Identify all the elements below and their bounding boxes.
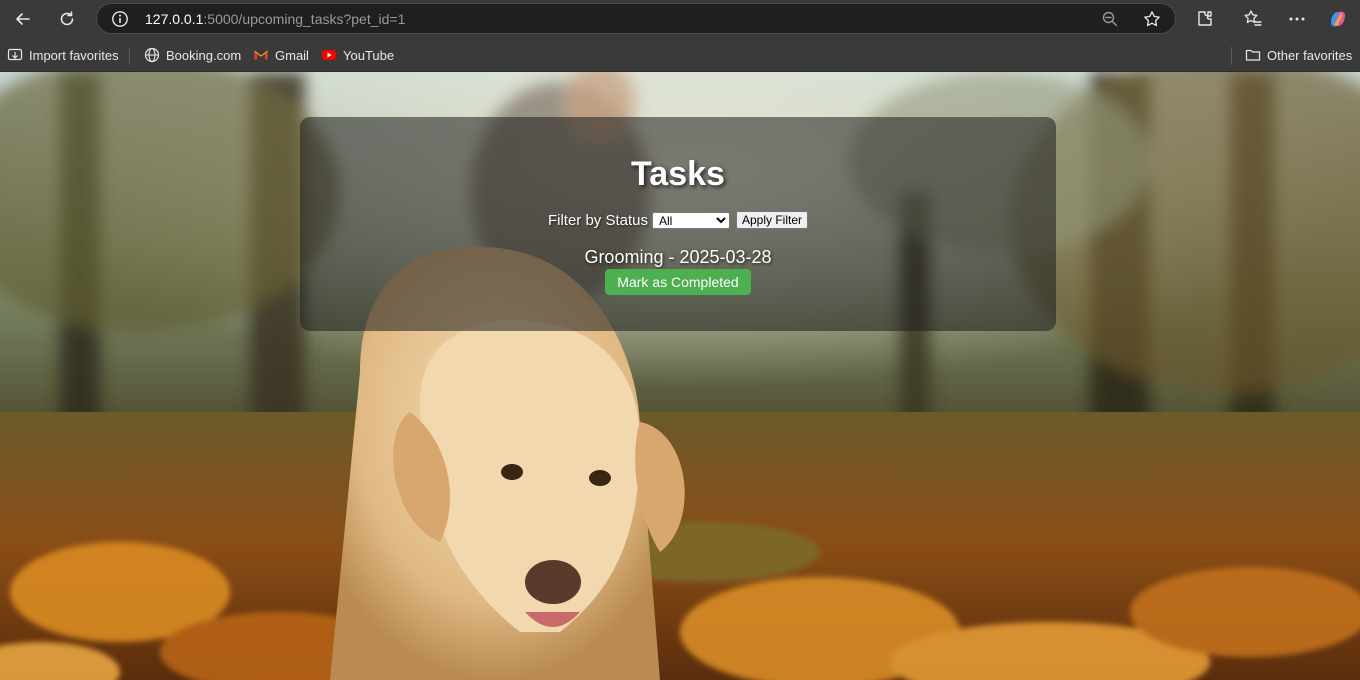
zoom-icon[interactable] [1101,10,1119,28]
bookmark-divider [129,47,130,65]
bookmark-label: Gmail [275,47,309,63]
bookmarks-bar: Import favorites Booking.com Gmail YouTu… [0,38,1360,72]
task-title: Grooming - 2025-03-28 [584,247,772,267]
address-bar[interactable]: 127.0.0.1:5000/upcoming_tasks?pet_id=1 [96,3,1176,34]
url-host: 127.0.0.1 [145,11,204,27]
browser-toolbar: 127.0.0.1:5000/upcoming_tasks?pet_id=1 [0,0,1360,38]
bookmark-other-favorites[interactable]: Other favorites [1245,45,1352,65]
tasks-panel: Tasks Filter by Status All Apply Filter … [300,117,1056,331]
url-path: :5000/upcoming_tasks?pet_id=1 [203,11,406,27]
favorite-star-icon[interactable] [1143,10,1161,28]
bookmark-import-favorites[interactable]: Import favorites [7,45,119,65]
reload-icon [60,11,74,26]
bookmark-divider [1231,47,1232,65]
youtube-icon [322,50,336,60]
folder-icon [1245,49,1261,61]
arrow-left-icon [16,13,30,25]
status-filter-form: Filter by Status All Apply Filter [300,211,1056,229]
import-icon [7,48,23,61]
back-button[interactable] [8,4,38,34]
status-filter-select[interactable]: All [652,211,730,229]
filter-label: Filter by Status [547,211,648,229]
bookmark-label: YouTube [343,47,395,63]
bookmark-label: Other favorites [1267,47,1353,63]
site-info-icon[interactable] [111,10,129,28]
gmail-icon [254,50,268,60]
page-viewport: Tasks Filter by Status All Apply Filter … [0,72,1360,680]
page-title: Tasks [631,155,725,193]
more-menu-icon[interactable] [1287,9,1307,29]
mark-completed-button[interactable]: Mark as Completed [605,269,751,295]
bookmark-gmail[interactable]: Gmail [253,45,309,65]
apply-filter-button[interactable]: Apply Filter [736,211,809,229]
globe-icon [144,47,160,63]
extensions-icon[interactable] [1195,9,1215,29]
bookmark-label: Booking.com [166,47,242,63]
bookmark-label: Import favorites [29,47,119,63]
favorites-bar-icon[interactable] [1243,9,1263,29]
reload-button[interactable] [52,4,82,34]
bookmark-youtube[interactable]: YouTube [321,45,394,65]
bookmark-booking[interactable]: Booking.com [144,45,241,65]
url-text[interactable]: 127.0.0.1:5000/upcoming_tasks?pet_id=1 [145,11,405,27]
copilot-icon[interactable] [1328,9,1348,29]
